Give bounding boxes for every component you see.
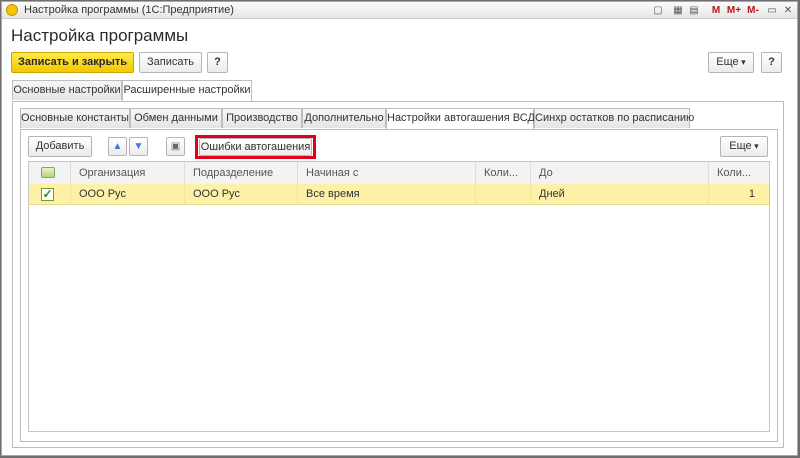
column-organization[interactable]: Организация — [71, 162, 185, 184]
memory-plus-button[interactable]: M+ — [726, 4, 742, 17]
more-button[interactable]: Еще — [708, 52, 754, 73]
move-down-icon[interactable]: ▼ — [129, 137, 148, 156]
help-button-right[interactable]: ? — [761, 52, 782, 73]
table-row[interactable]: ✓ ООО Рус ООО Рус Все время Дней 1 — [29, 184, 769, 205]
column-start-from[interactable]: Начиная с — [298, 162, 476, 184]
cell-organization[interactable]: ООО Рус — [71, 184, 185, 205]
tab-basic-constants[interactable]: Основные константы — [20, 108, 130, 128]
page-title: Настройка программы — [11, 26, 189, 45]
table-header: Организация Подразделение Начиная с Коли… — [29, 162, 769, 184]
column-department[interactable]: Подразделение — [185, 162, 298, 184]
tab-basic-settings[interactable]: Основные настройки — [12, 80, 122, 100]
tab-additional[interactable]: Дополнительно — [302, 108, 386, 128]
save-settings-icon[interactable]: ▣ — [166, 137, 185, 156]
save-and-close-button[interactable]: Записать и закрыть — [11, 52, 134, 73]
memory-minus-button[interactable]: M- — [746, 4, 760, 17]
cell-quantity-2[interactable]: 1 — [709, 184, 769, 205]
add-button[interactable]: Добавить — [28, 136, 92, 157]
cell-to[interactable]: Дней — [531, 184, 709, 205]
mark-column-header[interactable] — [29, 162, 71, 184]
tab-data-exchange[interactable]: Обмен данными — [130, 108, 222, 128]
calendar-icon[interactable]: ▤ — [688, 4, 700, 17]
help-button[interactable]: ? — [207, 52, 228, 73]
tab-sync-balances[interactable]: Синхр остатков по расписанию — [534, 108, 694, 128]
restore-icon[interactable]: ▭ — [766, 4, 778, 17]
document-icon[interactable]: ▢ — [652, 4, 664, 17]
close-icon[interactable]: ✕ — [782, 4, 794, 17]
cell-department[interactable]: ООО Рус — [185, 184, 298, 205]
app-window: Настройка программы (1С:Предприятие) ▢ ▦… — [1, 1, 798, 456]
column-to[interactable]: До — [531, 162, 709, 184]
cell-start-from[interactable]: Все время — [298, 184, 476, 205]
tab-auto-cancel-vsd[interactable]: Настройки автогашения ВСД — [386, 108, 535, 129]
save-button[interactable]: Записать — [139, 52, 202, 73]
memory-m-button[interactable]: M — [710, 4, 722, 17]
app-logo-icon — [6, 4, 18, 16]
highlight-frame — [195, 135, 316, 159]
column-quantity-2[interactable]: Коли... — [709, 162, 769, 184]
checkbox-checked-icon[interactable]: ✓ — [41, 188, 54, 201]
cell-quantity-1[interactable] — [476, 184, 531, 205]
move-up-icon[interactable]: ▲ — [108, 137, 127, 156]
checkbox-column-icon — [41, 167, 55, 178]
tab-production[interactable]: Производство — [222, 108, 302, 128]
tab-advanced-settings[interactable]: Расширенные настройки — [122, 80, 252, 101]
row-mark-cell[interactable]: ✓ — [29, 184, 71, 205]
title-bar: Настройка программы (1С:Предприятие) ▢ ▦… — [2, 2, 797, 19]
settings-table: Организация Подразделение Начиная с Коли… — [28, 161, 770, 432]
table-more-button[interactable]: Еще — [720, 136, 768, 157]
column-quantity-1[interactable]: Коли... — [476, 162, 531, 184]
window-title: Настройка программы (1С:Предприятие) — [24, 4, 234, 16]
calculator-icon[interactable]: ▦ — [672, 4, 684, 17]
